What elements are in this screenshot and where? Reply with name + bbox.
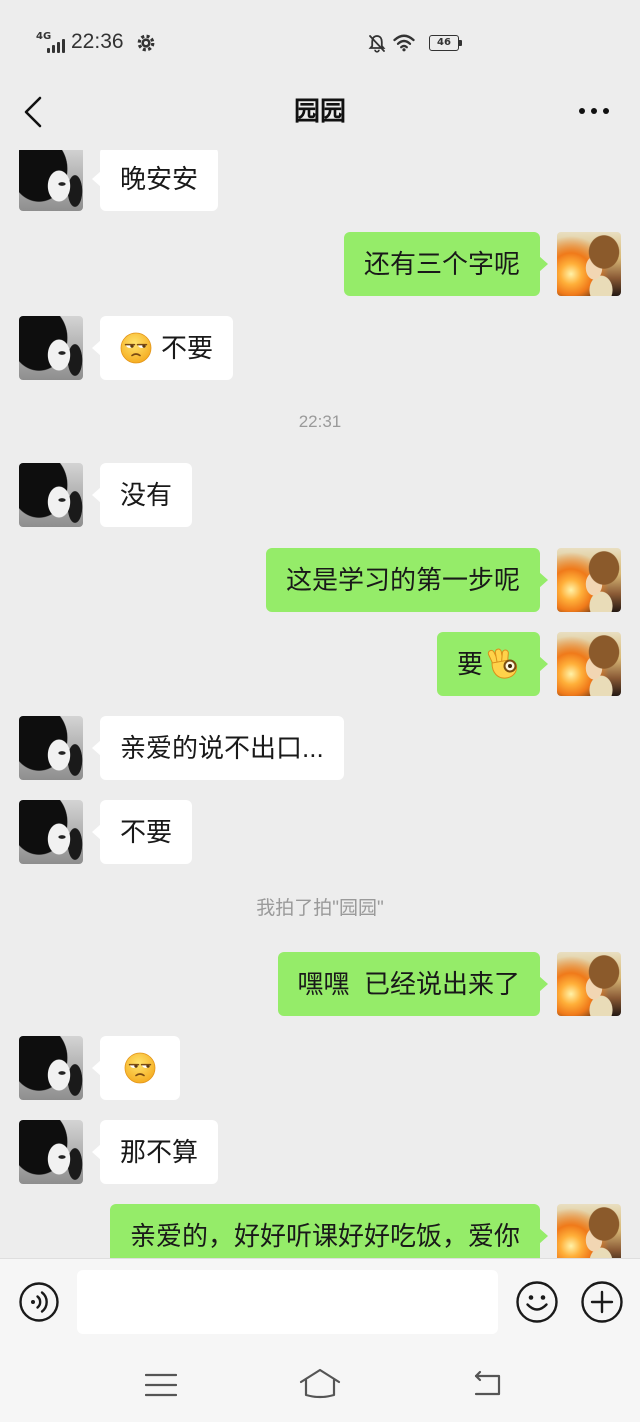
- message-row: [0, 1036, 640, 1100]
- contact-avatar[interactable]: [19, 716, 83, 780]
- message-text: 这是学习的第一步呢: [285, 565, 520, 595]
- message-bubble[interactable]: 晚安安: [91, 150, 219, 211]
- ok-hand-emoji-icon: [486, 647, 520, 681]
- battery-icon: 46: [429, 35, 463, 51]
- contact-avatar[interactable]: [19, 150, 83, 211]
- unamused-face-emoji-icon: [124, 1052, 156, 1084]
- voice-icon[interactable]: [19, 1282, 59, 1322]
- message-row: 这是学习的第一步呢: [0, 548, 640, 612]
- system-notice: 我拍了拍"园园": [256, 898, 384, 919]
- network-type: 4G: [36, 31, 52, 42]
- message-bubble[interactable]: 不要: [91, 316, 234, 380]
- message-text: 没有: [120, 480, 173, 510]
- unamused-face-emoji-icon: [120, 332, 152, 364]
- message-text: 还有三个字呢: [363, 249, 520, 279]
- message-row: 不要: [0, 800, 640, 864]
- contact-avatar[interactable]: [19, 1036, 83, 1100]
- message-row: 没有: [0, 463, 640, 527]
- message-bubble[interactable]: [92, 1036, 180, 1100]
- contact-avatar[interactable]: [19, 463, 83, 527]
- my-avatar[interactable]: [557, 952, 621, 1016]
- message-text: 亲爱的说不出口...: [120, 733, 324, 763]
- my-avatar[interactable]: [557, 548, 621, 612]
- message-bubble[interactable]: 还有三个字呢: [343, 232, 549, 296]
- message-bubble[interactable]: 不要: [91, 800, 193, 864]
- contact-avatar[interactable]: [19, 1120, 83, 1184]
- message-bubble[interactable]: 亲爱的，好好听课好好吃饭，爱你: [109, 1204, 549, 1258]
- message-row: 亲爱的说不出口...: [0, 716, 640, 780]
- bell-off-icon: [368, 35, 386, 53]
- plus-icon[interactable]: [581, 1281, 623, 1323]
- message-text: 不要: [120, 817, 173, 847]
- message-row: 晚安安: [0, 150, 640, 211]
- battery-level: 46: [429, 35, 459, 51]
- message-bubble[interactable]: 没有: [91, 463, 193, 527]
- menu-icon[interactable]: [145, 1372, 177, 1398]
- clock: 22:36: [71, 30, 124, 53]
- chevron-left-icon[interactable]: [20, 95, 46, 129]
- home-icon[interactable]: [298, 1366, 342, 1400]
- message-bubble[interactable]: 亲爱的说不出口...: [92, 716, 344, 780]
- contact-avatar[interactable]: [19, 316, 83, 380]
- message-timestamp: 22:31: [298, 412, 342, 431]
- my-avatar[interactable]: [557, 232, 621, 296]
- message-text: 亲爱的，好好听课好好吃饭，爱你: [129, 1221, 520, 1251]
- message-row: 还有三个字呢: [0, 232, 640, 296]
- my-avatar[interactable]: [557, 632, 621, 696]
- message-bubble[interactable]: 要: [436, 632, 549, 696]
- chat-title: 园园: [293, 96, 346, 126]
- more-icon[interactable]: [578, 104, 610, 118]
- message-bubble[interactable]: 这是学习的第一步呢: [265, 548, 549, 612]
- emoji-icon[interactable]: [516, 1281, 558, 1323]
- message-row: 不要: [0, 316, 640, 380]
- message-list[interactable]: 晚安安 还有三个字呢 不要 22:31 没有 这是学习的第一步呢 要 亲爱的说不…: [0, 150, 640, 1258]
- my-avatar[interactable]: [557, 1204, 621, 1258]
- message-row: 要: [0, 632, 640, 696]
- wifi-icon: [393, 34, 415, 52]
- signal-icon: 4G: [36, 31, 68, 55]
- status-bar: 4G 22:36 46: [0, 0, 640, 80]
- message-text: 晚安安: [120, 164, 199, 194]
- back-icon[interactable]: [472, 1370, 504, 1398]
- message-text: 要: [456, 649, 483, 679]
- contact-avatar[interactable]: [19, 800, 83, 864]
- gear-icon: [137, 34, 155, 52]
- message-bubble[interactable]: 那不算: [91, 1120, 219, 1184]
- message-row: 那不算: [0, 1120, 640, 1184]
- message-row: 亲爱的，好好听课好好吃饭，爱你: [0, 1204, 640, 1258]
- message-text: 不要: [161, 333, 214, 363]
- message-input[interactable]: [77, 1270, 498, 1334]
- message-text: 嘿嘿 已经说出来了: [297, 969, 520, 999]
- message-row: 嘿嘿 已经说出来了: [0, 952, 640, 1016]
- message-bubble[interactable]: 嘿嘿 已经说出来了: [277, 952, 549, 1016]
- message-text: 那不算: [120, 1137, 199, 1167]
